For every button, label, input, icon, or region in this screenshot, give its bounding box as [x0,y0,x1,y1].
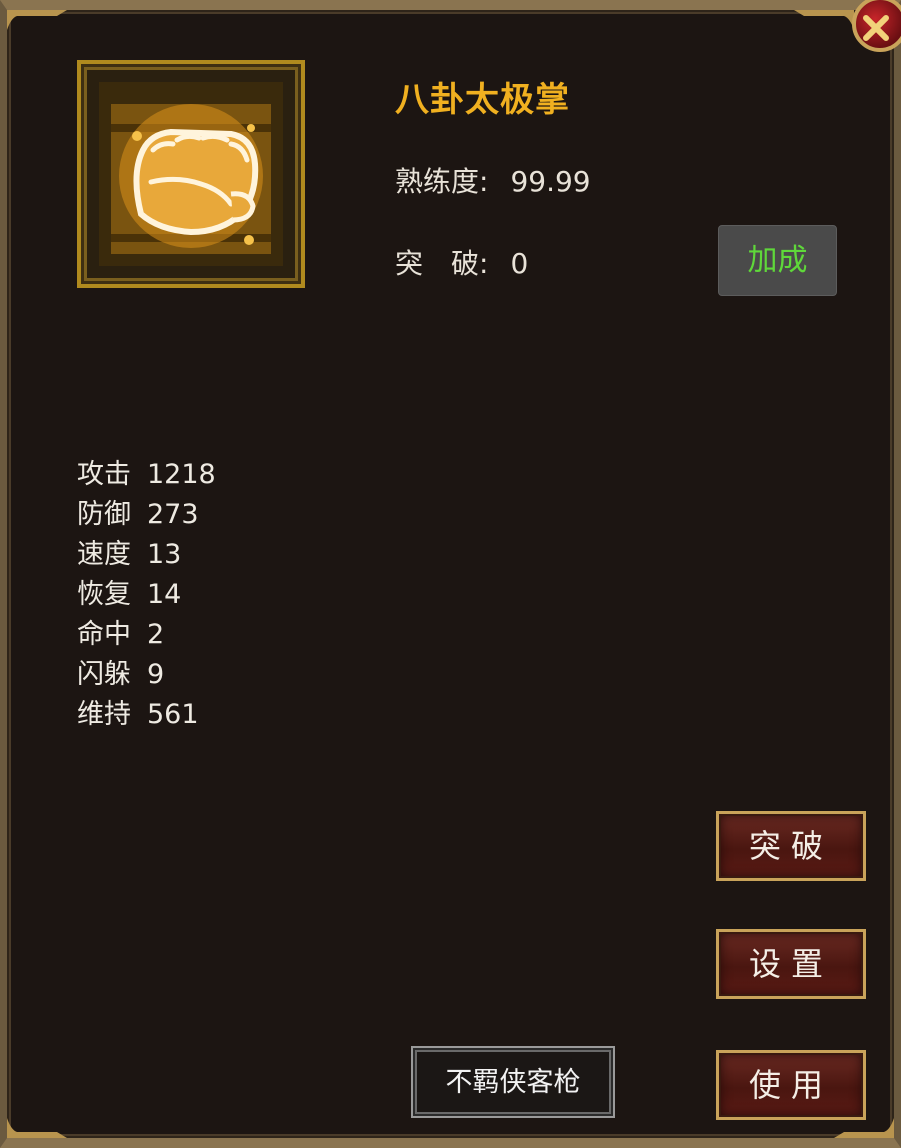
corner-ornament-icon [7,1118,67,1138]
stats-list: 攻击 1218 防御 273 速度 13 恢复 14 命中 2 闪躲 9 维持 561 [77,452,216,732]
corner-ornament-icon [834,1118,894,1138]
close-button[interactable] [852,0,901,52]
stat-value: 1218 [147,459,216,490]
skill-name: 八卦太极掌 [395,80,570,120]
stat-value: 273 [147,499,199,530]
breakthrough-value: 0 [510,247,529,280]
stat-value: 13 [147,539,182,570]
fist-icon [99,82,283,266]
stat-hit: 命中 2 [77,612,216,652]
stat-value: 561 [147,699,199,730]
stat-label: 恢复 [77,579,131,610]
stat-speed: 速度 13 [77,532,216,572]
setup-button-label: 设置 [748,945,833,983]
close-icon [863,15,889,41]
use-button-label: 使用 [748,1066,833,1104]
setup-button[interactable]: 设置 [716,929,866,999]
corner-ornament-icon [794,10,854,30]
skill-icon-slot[interactable] [77,60,305,288]
stat-recovery: 恢复 14 [77,572,216,612]
stat-value: 2 [147,619,165,650]
stat-label: 速度 [77,539,131,570]
stat-label: 闪躲 [77,659,131,690]
stat-value: 9 [147,659,165,690]
stat-label: 维持 [77,699,131,730]
use-button[interactable]: 使用 [716,1050,866,1120]
stat-defense: 防御 273 [77,492,216,532]
weapon-name-plate[interactable]: 不羁侠客枪 [411,1046,615,1118]
breakthrough-button-label: 突破 [748,827,833,865]
proficiency-value: 99.99 [510,165,591,198]
stat-label: 命中 [77,619,131,650]
stat-value: 14 [147,579,182,610]
breakthrough-row: 突 破: 0 [395,242,528,282]
proficiency-label: 熟练度: [395,165,489,198]
breakthrough-button[interactable]: 突破 [716,811,866,881]
breakthrough-label: 突 破: [395,247,489,280]
proficiency-row: 熟练度: 99.99 [395,160,591,200]
stat-label: 防御 [77,499,131,530]
stat-dodge: 闪躲 9 [77,652,216,692]
stat-label: 攻击 [77,459,131,490]
skill-detail-panel: 八卦太极掌 熟练度: 99.99 突 破: 0 加成 攻击 1218 防御 273 速度… [0,0,901,1148]
stat-sustain: 维持 561 [77,692,216,732]
stat-attack: 攻击 1218 [77,452,216,492]
corner-ornament-icon [7,10,67,30]
bonus-button[interactable]: 加成 [718,225,837,296]
